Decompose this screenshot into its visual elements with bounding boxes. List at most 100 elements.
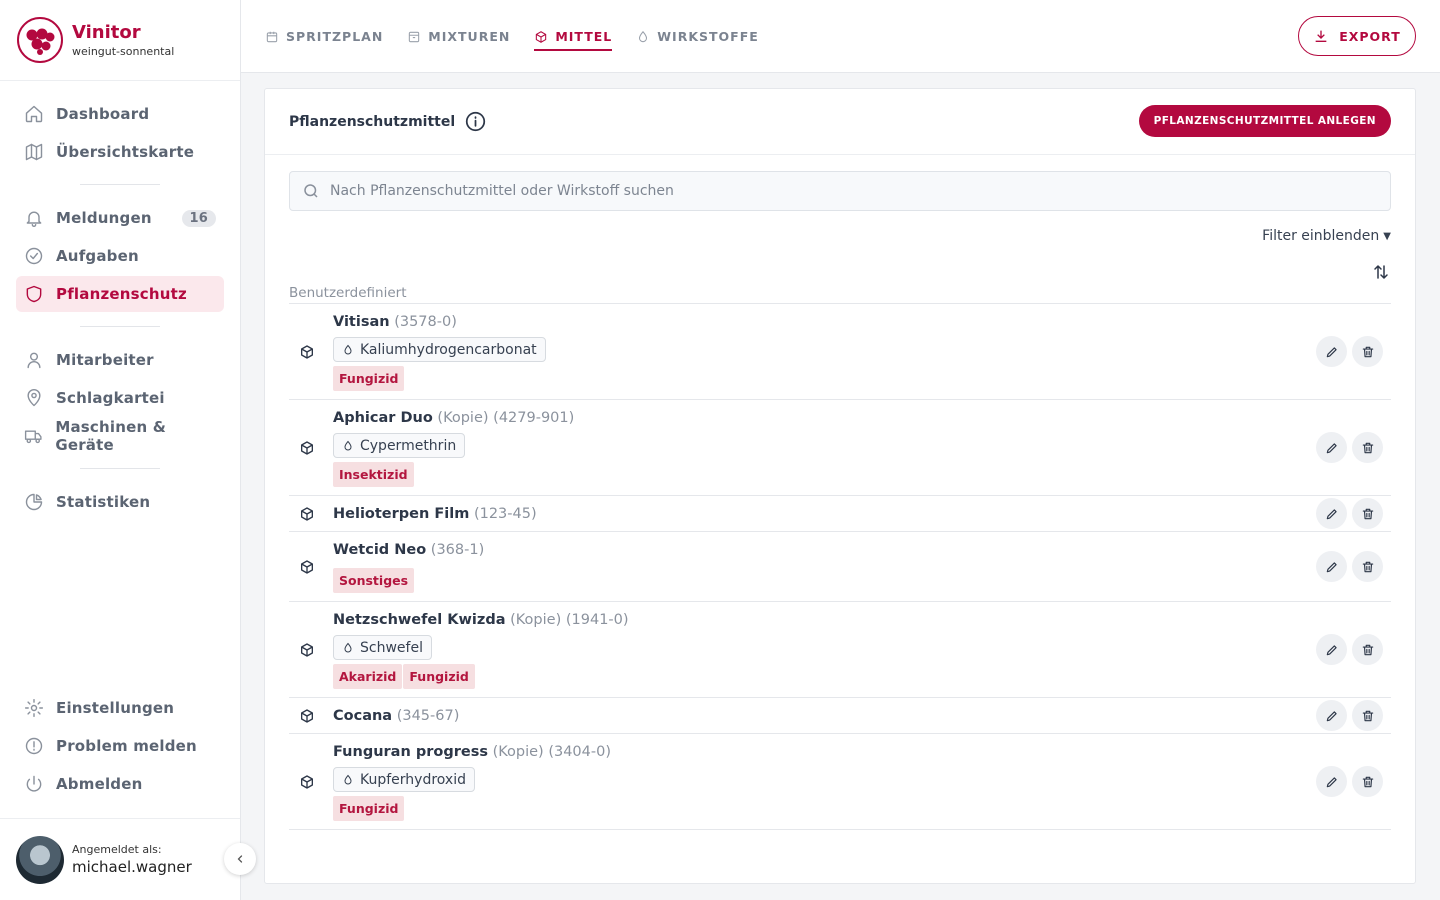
nav-item-report-problem[interactable]: Problem melden xyxy=(16,728,224,764)
brand[interactable]: Vinitor weingut-sonnental xyxy=(0,0,240,81)
home-icon xyxy=(25,105,43,123)
info-icon[interactable] xyxy=(465,111,486,132)
pencil-icon xyxy=(1326,644,1337,655)
nav-item-statistics[interactable]: Statistiken xyxy=(16,484,224,520)
nav-item-dashboard[interactable]: Dashboard xyxy=(16,96,224,132)
map-icon xyxy=(25,143,43,161)
alert-circle-icon xyxy=(25,737,43,755)
edit-button[interactable] xyxy=(1316,498,1347,529)
product-registration-number: (368-1) xyxy=(430,542,485,558)
nav-item-label: Mitarbeiter xyxy=(56,351,154,369)
product-row[interactable]: Netzschwefel Kwizda (Kopie) (1941-0) Sch… xyxy=(289,602,1391,698)
tab-mittel[interactable]: MITTEL xyxy=(534,0,613,73)
edit-button[interactable] xyxy=(1316,634,1347,665)
box-icon xyxy=(301,643,313,657)
delete-button[interactable] xyxy=(1352,498,1383,529)
nav-item-label: Statistiken xyxy=(56,493,151,511)
edit-button[interactable] xyxy=(1316,766,1347,797)
trash-icon xyxy=(1362,508,1373,519)
tabs: SPRITZPLAN MIXTUREN MITTEL WIRKSTOFFE xyxy=(265,0,783,73)
tab-label: WIRKSTOFFE xyxy=(657,29,759,44)
active-ingredient-label: Kaliumhydrogencarbonat xyxy=(360,341,537,358)
trash-icon xyxy=(1362,776,1373,787)
nav-item-field-records[interactable]: Schlagkartei xyxy=(16,380,224,416)
filter-toggle[interactable]: Filter einblenden ▼ xyxy=(1262,228,1391,244)
edit-button[interactable] xyxy=(1316,336,1347,367)
box-icon xyxy=(301,345,313,359)
sidebar: Vinitor weingut-sonnental Dashboard Über… xyxy=(0,0,241,900)
box-icon xyxy=(301,775,313,789)
delete-button[interactable] xyxy=(1352,551,1383,582)
nav-item-tasks[interactable]: Aufgaben xyxy=(16,238,224,274)
user-label: Angemeldet als: xyxy=(72,843,162,856)
product-copy-label: (Kopie) xyxy=(437,410,489,426)
sort-icon[interactable] xyxy=(1372,263,1390,281)
delete-button[interactable] xyxy=(1352,766,1383,797)
collapse-sidebar-button[interactable] xyxy=(224,843,256,875)
trash-icon xyxy=(1362,710,1373,721)
divider xyxy=(80,468,160,469)
product-name: Aphicar Duo xyxy=(333,410,433,426)
tab-spritzplan[interactable]: SPRITZPLAN xyxy=(265,0,383,73)
product-row[interactable]: Cocana (345-67) xyxy=(289,698,1391,734)
product-name: Netzschwefel Kwizda xyxy=(333,612,506,628)
product-list: Vitisan (3578-0) Kaliumhydrogencarbonat … xyxy=(289,303,1391,830)
nav-item-employees[interactable]: Mitarbeiter xyxy=(16,342,224,378)
nav-item-machines[interactable]: Maschinen & Geräte xyxy=(16,418,224,454)
delete-button[interactable] xyxy=(1352,432,1383,463)
product-row[interactable]: Helioterpen Film (123-45) xyxy=(289,496,1391,532)
nav-item-label: Einstellungen xyxy=(56,699,175,717)
product-row[interactable]: Vitisan (3578-0) Kaliumhydrogencarbonat … xyxy=(289,304,1391,400)
nav-item-notifications[interactable]: Meldungen 16 xyxy=(16,200,224,236)
edit-button[interactable] xyxy=(1316,551,1347,582)
export-label: EXPORT xyxy=(1339,28,1401,44)
pie-chart-icon xyxy=(25,493,43,511)
user-icon xyxy=(27,352,41,369)
delete-button[interactable] xyxy=(1352,336,1383,367)
active-ingredient-chip: Cypermethrin xyxy=(333,433,466,458)
product-registration-number: (3404-0) xyxy=(548,744,612,760)
avatar xyxy=(16,835,64,884)
nav-item-logout[interactable]: Abmelden xyxy=(16,766,224,802)
location-pin-icon xyxy=(27,388,41,407)
active-ingredient-chip: Kupferhydroxid xyxy=(333,767,475,792)
download-icon xyxy=(1315,30,1327,42)
tab-mixturen[interactable]: MIXTUREN xyxy=(407,0,510,73)
export-button[interactable]: EXPORT xyxy=(1298,16,1416,56)
notification-count-badge: 16 xyxy=(181,209,216,227)
divider xyxy=(80,326,160,327)
tab-label: MIXTUREN xyxy=(428,29,511,44)
brand-name: Vinitor xyxy=(72,22,141,43)
search-input[interactable] xyxy=(330,183,1230,199)
nav-item-settings[interactable]: Einstellungen xyxy=(16,690,224,726)
product-name: Wetcid Neo xyxy=(333,542,427,558)
nav-item-plant-protection[interactable]: Pflanzenschutz xyxy=(16,276,224,312)
product-registration-number: (345-67) xyxy=(396,708,460,724)
active-ingredient-label: Kupferhydroxid xyxy=(360,771,466,788)
category-tag: Sonstiges xyxy=(333,568,415,593)
nav-item-map[interactable]: Übersichtskarte xyxy=(16,134,224,170)
user-panel[interactable]: Angemeldet als: michael.wagner xyxy=(0,818,240,900)
filter-label: Filter einblenden xyxy=(1262,228,1380,244)
trash-icon xyxy=(1362,346,1373,357)
delete-button[interactable] xyxy=(1352,700,1383,731)
trash-icon xyxy=(1362,442,1373,453)
category-tag: Fungizid xyxy=(333,796,405,821)
delete-button[interactable] xyxy=(1352,634,1383,665)
tab-wirkstoffe[interactable]: WIRKSTOFFE xyxy=(636,0,759,73)
edit-button[interactable] xyxy=(1316,700,1347,731)
product-name: Helioterpen Film xyxy=(333,506,470,522)
active-ingredient-label: Schwefel xyxy=(360,639,423,656)
pencil-icon xyxy=(1326,346,1337,357)
add-product-button[interactable]: PFLANZENSCHUTZMITTEL ANLEGEN xyxy=(1138,105,1391,137)
product-row[interactable]: Wetcid Neo (368-1) Sonstiges xyxy=(289,532,1391,602)
nav-item-label: Pflanzenschutz xyxy=(56,285,187,303)
edit-button[interactable] xyxy=(1316,432,1347,463)
grape-logo-icon xyxy=(17,17,63,63)
product-row[interactable]: Aphicar Duo (Kopie) (4279-901) Cypermeth… xyxy=(289,400,1391,496)
droplet-icon xyxy=(344,440,352,450)
active-ingredient-label: Cypermethrin xyxy=(360,437,457,454)
product-row[interactable]: Funguran progress (Kopie) (3404-0) Kupfe… xyxy=(289,734,1391,830)
card-title: Pflanzenschutzmittel xyxy=(289,113,456,130)
search-bar xyxy=(289,171,1391,211)
